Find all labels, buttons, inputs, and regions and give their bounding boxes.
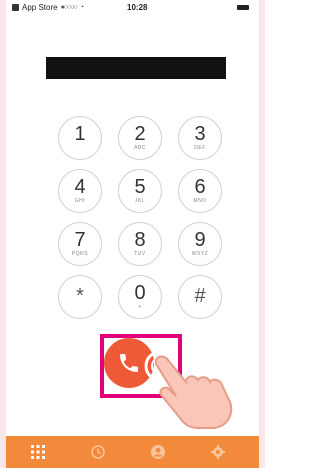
key-digit: * [76,285,84,307]
key-star[interactable]: * [58,275,102,319]
app-store-back-icon[interactable] [12,4,19,11]
status-left: App Store ●○○○○ ◔ [12,3,84,12]
key-0[interactable]: 0 + [118,275,162,319]
app-frame: App Store ●○○○○ ◔ 10:28 1 2 ABC 3 DEF 4 … [0,0,265,468]
signal-strength-indicator: ●○○○○ [60,4,78,11]
key-letters: + [138,304,142,310]
battery-icon [237,5,249,10]
status-time: 10:28 [127,3,148,12]
key-digit: 4 [74,176,86,198]
key-3[interactable]: 3 DEF [178,116,222,160]
key-letters: JKL [134,198,146,204]
key-letters: GHI [74,198,86,204]
key-digit: 0 [134,282,146,304]
bottom-tab-bar [6,436,259,468]
key-digit: 7 [74,229,86,251]
phone-screen: App Store ●○○○○ ◔ 10:28 1 2 ABC 3 DEF 4 … [6,0,259,468]
status-bar: App Store ●○○○○ ◔ 10:28 [6,0,259,16]
key-digit: 6 [194,176,206,198]
key-digit: 5 [134,176,146,198]
key-2[interactable]: 2 ABC [118,116,162,160]
phone-icon [120,354,138,372]
key-letters: TUV [134,251,146,257]
carrier-label: App Store [22,3,58,12]
key-4[interactable]: 4 GHI [58,169,102,213]
key-digit: 3 [194,123,206,145]
settings-gear-icon [211,445,225,459]
key-5[interactable]: 5 JKL [118,169,162,213]
key-letters: DEF [194,145,206,151]
key-digit: 8 [134,229,146,251]
key-letters: WXYZ [191,251,209,257]
key-letters: ABC [134,145,146,151]
contact-person-icon [151,445,165,459]
dialed-number-display [46,57,226,79]
key-digit: 2 [134,123,146,145]
key-digit: # [194,285,206,307]
key-digit: 1 [74,123,86,145]
tab-keypad[interactable] [16,436,60,468]
key-6[interactable]: 6 MNO [178,169,222,213]
key-9[interactable]: 9 WXYZ [178,222,222,266]
key-8[interactable]: 8 TUV [118,222,162,266]
key-digit: 9 [194,229,206,251]
key-letters: MNO [193,198,207,204]
key-hash[interactable]: # [178,275,222,319]
keypad-grid-icon [31,445,45,459]
pointing-hand-icon [144,350,233,429]
wifi-icon: ◔ [79,4,84,11]
tab-contacts[interactable] [136,436,180,468]
key-letters: PQRS [71,251,89,257]
history-clock-icon [91,445,105,459]
key-1[interactable]: 1 [58,116,102,160]
tab-history[interactable] [76,436,120,468]
tab-settings[interactable] [196,436,240,468]
key-7[interactable]: 7 PQRS [58,222,102,266]
